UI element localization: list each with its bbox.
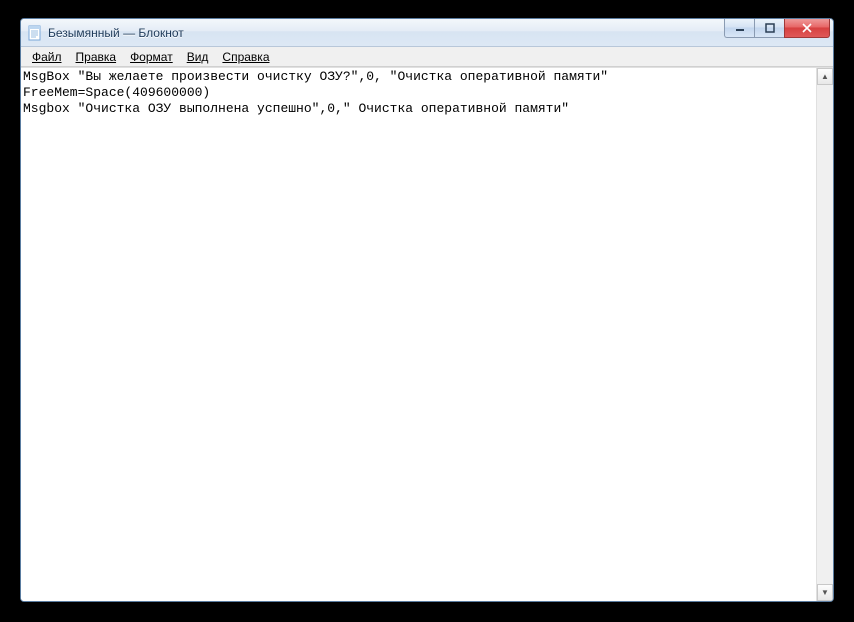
window-title: Безымянный — Блокнот (48, 26, 724, 40)
app-icon (27, 25, 43, 41)
close-button[interactable] (784, 18, 830, 38)
editor-area: MsgBox "Вы желаете произвести очистку ОЗ… (21, 67, 833, 601)
desktop-background: Безымянный — Блокнот Файл Правка Формат … (0, 0, 854, 622)
scroll-down-button[interactable]: ▼ (817, 584, 833, 601)
minimize-button[interactable] (724, 18, 754, 38)
scroll-track[interactable] (817, 85, 833, 584)
maximize-button[interactable] (754, 18, 784, 38)
menubar: Файл Правка Формат Вид Справка (21, 47, 833, 67)
titlebar[interactable]: Безымянный — Блокнот (21, 19, 833, 47)
menu-edit[interactable]: Правка (69, 48, 124, 66)
vertical-scrollbar[interactable]: ▲ ▼ (816, 68, 833, 601)
window-controls (724, 18, 830, 38)
menu-help[interactable]: Справка (215, 48, 276, 66)
notepad-window: Безымянный — Блокнот Файл Правка Формат … (20, 18, 834, 602)
scroll-up-button[interactable]: ▲ (817, 68, 833, 85)
menu-format[interactable]: Формат (123, 48, 180, 66)
text-editor[interactable]: MsgBox "Вы желаете произвести очистку ОЗ… (21, 68, 816, 601)
menu-file[interactable]: Файл (25, 48, 69, 66)
menu-view[interactable]: Вид (180, 48, 216, 66)
